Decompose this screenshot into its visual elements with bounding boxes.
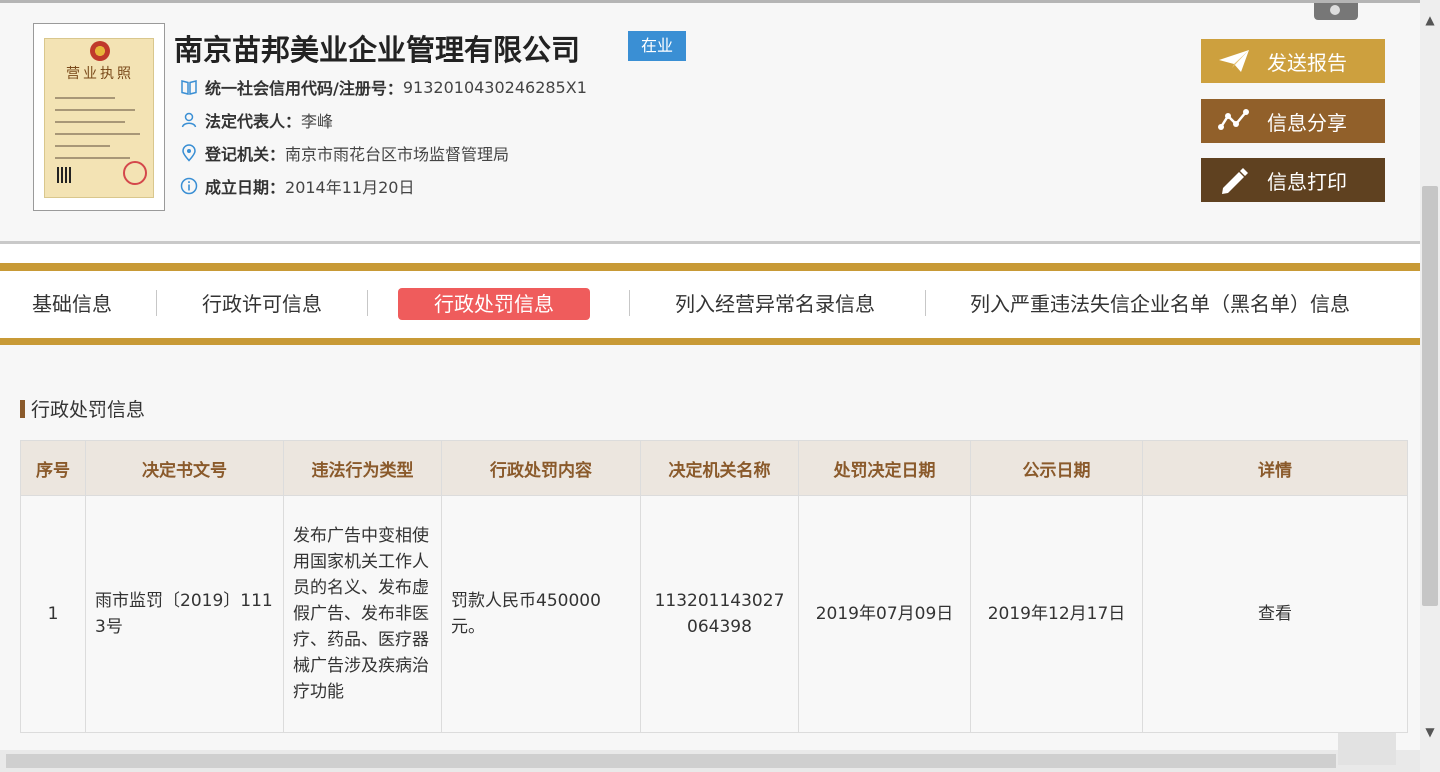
section-title: 行政处罚信息 xyxy=(20,395,145,422)
scroll-down-icon[interactable]: ▼ xyxy=(1424,726,1436,738)
table-row: 1 雨市监罚〔2019〕1113号 发布广告中变相使用国家机关工作人员的名义、发… xyxy=(20,495,1408,733)
credit-code-value: 9132010430246285X1 xyxy=(402,77,587,97)
tab-separator xyxy=(156,290,157,316)
header-divider xyxy=(0,241,1420,244)
print-info-label: 信息打印 xyxy=(1267,169,1347,194)
legal-rep-row: 法定代表人： 李峰 xyxy=(180,108,333,132)
column-header: 行政处罚内容 xyxy=(441,440,641,496)
cell-doc-no: 雨市监罚〔2019〕1113号 xyxy=(85,495,284,733)
tab-separator xyxy=(367,290,368,316)
credit-code-row: 统一社会信用代码/注册号： 9132010430246285X1 xyxy=(180,75,587,99)
cell-violation-type: 发布广告中变相使用国家机关工作人员的名义、发布虚假广告、发布非医疗、药品、医疗器… xyxy=(283,495,442,733)
tab-admin-penalty[interactable]: 行政处罚信息 xyxy=(398,288,590,320)
share-info-label: 信息分享 xyxy=(1267,110,1347,135)
person-icon xyxy=(181,112,197,128)
registration-authority-row: 登记机关： 南京市雨花台区市场监督管理局 xyxy=(180,141,509,165)
print-info-button[interactable]: 信息打印 xyxy=(1201,158,1385,202)
registration-authority-value: 南京市雨花台区市场监督管理局 xyxy=(285,145,510,164)
scroll-up-icon[interactable]: ▲ xyxy=(1424,14,1436,26)
seal-stamp-icon xyxy=(123,161,147,185)
registration-authority-label: 登记机关： xyxy=(205,145,286,164)
qr-code-icon xyxy=(57,167,73,183)
info-tabs: 基础信息 行政许可信息 行政处罚信息 列入经营异常名录信息 列入严重违法失信企业… xyxy=(0,271,1420,338)
status-badge: 在业 xyxy=(628,31,686,61)
established-date-label: 成立日期： xyxy=(205,178,286,197)
tab-separator xyxy=(629,290,630,316)
tab-separator xyxy=(925,290,926,316)
cell-decision-date: 2019年07月09日 xyxy=(798,495,971,733)
column-header: 违法行为类型 xyxy=(283,440,442,496)
horizontal-scrollbar[interactable] xyxy=(0,750,1420,772)
send-report-label: 发送报告 xyxy=(1267,50,1347,75)
vertical-scrollbar[interactable]: ▲ ▼ xyxy=(1420,0,1440,772)
penalty-table: 序号 决定书文号 违法行为类型 行政处罚内容 决定机关名称 处罚决定日期 公示日… xyxy=(20,440,1408,733)
nav-top-bar xyxy=(0,263,1420,271)
penalty-section: 行政处罚信息 序号 决定书文号 违法行为类型 行政处罚内容 决定机关名称 处罚决… xyxy=(0,345,1420,750)
table-header-row: 序号 决定书文号 违法行为类型 行政处罚内容 决定机关名称 处罚决定日期 公示日… xyxy=(20,440,1408,496)
tab-blacklist[interactable]: 列入严重违法失信企业名单（黑名单）信息 xyxy=(970,288,1350,320)
column-header: 决定书文号 xyxy=(85,440,284,496)
scroll-corner xyxy=(1338,733,1396,765)
company-header: 营业执照 南京苗邦美业企业管理有限公司 在业 统一社会信用代码/注册号： 913… xyxy=(0,3,1420,241)
pencil-icon xyxy=(1222,168,1248,194)
cell-authority: 113201143027064398 xyxy=(640,495,799,733)
horizontal-scroll-thumb[interactable] xyxy=(6,754,1336,768)
column-header: 详情 xyxy=(1142,440,1408,496)
section-marker xyxy=(20,399,25,418)
cell-index: 1 xyxy=(20,495,86,733)
legal-rep-value: 李峰 xyxy=(301,112,334,131)
cell-penalty: 罚款人民币450000元。 xyxy=(441,495,641,733)
cell-publish-date: 2019年12月17日 xyxy=(970,495,1143,733)
nav-bottom-bar xyxy=(0,338,1420,345)
established-date-value: 2014年11月20日 xyxy=(285,178,415,197)
send-report-button[interactable]: 发送报告 xyxy=(1201,39,1385,83)
established-date-row: 成立日期： 2014年11月20日 xyxy=(180,174,414,198)
legal-rep-label: 法定代表人： xyxy=(205,112,302,131)
column-header: 决定机关名称 xyxy=(640,440,799,496)
column-header: 处罚决定日期 xyxy=(798,440,971,496)
vertical-scroll-thumb[interactable] xyxy=(1422,186,1438,606)
tab-abnormal-operation[interactable]: 列入经营异常名录信息 xyxy=(675,288,875,320)
share-info-button[interactable]: 信息分享 xyxy=(1201,99,1385,143)
business-license-image[interactable]: 营业执照 xyxy=(33,23,165,211)
company-name: 南京苗邦美业企业管理有限公司 xyxy=(174,33,581,67)
book-icon xyxy=(181,80,197,95)
share-nodes-icon xyxy=(1218,109,1249,130)
info-circle-icon xyxy=(180,177,198,195)
tab-basic-info[interactable]: 基础信息 xyxy=(32,288,112,320)
paper-plane-icon xyxy=(1219,50,1249,72)
column-header: 序号 xyxy=(20,440,86,496)
view-detail-link[interactable]: 查看 xyxy=(1142,495,1408,733)
credit-code-label: 统一社会信用代码/注册号： xyxy=(205,79,403,98)
tab-admin-license[interactable]: 行政许可信息 xyxy=(202,288,322,320)
location-pin-icon xyxy=(182,144,196,162)
window-handle-icon[interactable] xyxy=(1314,3,1358,20)
column-header: 公示日期 xyxy=(970,440,1143,496)
section-title-text: 行政处罚信息 xyxy=(31,399,146,421)
license-title: 营业执照 xyxy=(66,66,134,82)
national-emblem-icon xyxy=(90,41,110,61)
